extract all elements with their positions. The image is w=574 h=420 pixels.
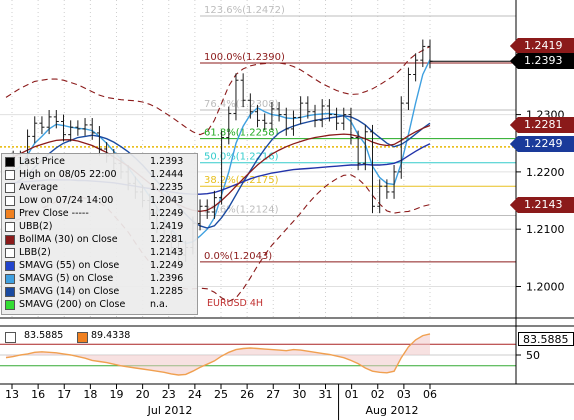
legend-row: SMAVG (5) on Close 1.2396 [2,273,199,285]
x-tick-label: 16 [31,388,45,401]
legend-value: n.a. [150,299,168,310]
x-tick-label: 02 [371,388,385,401]
x-tick-label: 13 [5,388,19,401]
legend-value: 1.2444 [150,169,184,180]
legend-label: High on 08/05 22:00 [19,169,117,180]
legend-row: UBB(2) 1.2419 [2,221,199,233]
legend-value: 1.2393 [150,156,184,167]
price-tag: 1.2143 [510,196,574,213]
legend-value: 1.2285 [150,286,184,297]
x-tick-label: 26 [240,388,254,401]
x-tick-label: 01 [345,388,359,401]
x-tick-label: 20 [136,388,150,401]
legend-value: 1.2419 [150,221,184,232]
y-tick-label: 1.2200 [526,166,565,179]
legend-swatch [5,261,15,271]
y-tick-label: 1.2100 [526,223,565,236]
month-label-aug: Aug 2012 [366,404,419,417]
fib-level-label: 76.4%(1.2308) [204,99,279,110]
legend-row: BollMA (30) on Close 1.2281 [2,234,199,246]
osc-legend-value1: 83.5885 [24,330,64,341]
price-tag: 1.2419 [510,38,574,55]
legend-swatch [5,235,15,245]
legend-value: 1.2249 [150,260,184,271]
legend-swatch [5,209,15,219]
legend-row: Low on 07/24 14:00 1.2043 [2,195,199,207]
legend-swatch [5,183,15,193]
legend-label: LBB(2) [19,247,51,258]
legend-row: High on 08/05 22:00 1.2444 [2,169,199,181]
osc-legend-value2: 89.4338 [91,330,131,341]
legend-label: Average [19,182,59,193]
legend-swatch [5,196,15,206]
osc-legend-swatch2 [77,332,88,343]
chart-stage: 123.6%(1.2472) 100.0%(1.2390) 76.4%(1.2308… [0,0,574,420]
legend-swatch [5,300,15,310]
legend-row: Average 1.2235 [2,182,199,194]
legend-label: BollMA (30) on Close [19,234,118,245]
price-tag: 1.2281 [510,117,574,134]
x-tick-label: 25 [214,388,228,401]
x-tick-label: 19 [110,388,124,401]
chart-legend: Last Price 1.2393 High on 08/05 22:00 1.244… [1,153,198,315]
legend-label: SMAVG (55) on Close [19,260,120,271]
legend-row: Prev Close ----- 1.2249 [2,208,199,220]
legend-value: 1.2143 [150,247,184,258]
chart-title: EURUSD 4H [207,298,263,309]
y-tick-label: 1.2000 [526,280,565,293]
osc-tick-label: 50 [526,349,540,362]
price-tag: 1.2249 [510,135,574,152]
osc-legend-swatch1 [5,332,16,343]
price-tag-arrow [510,135,518,152]
osc-line [5,333,431,376]
legend-row: Last Price 1.2393 [2,156,199,168]
legend-label: Last Price [19,156,65,167]
legend-swatch [5,222,15,232]
price-tag: 1.2393 [510,53,574,70]
legend-value: 1.2235 [150,182,184,193]
legend-label: SMAVG (5) on Close [19,273,114,284]
legend-row: SMAVG (14) on Close 1.2285 [2,286,199,298]
legend-row: SMAVG (55) on Close 1.2249 [2,260,199,272]
fib-level-label: 123.6%(1.2472) [204,5,285,16]
legend-label: SMAVG (200) on Close [19,299,126,310]
legend-swatch [5,170,15,180]
legend-row: SMAVG (200) on Close n.a. [2,299,199,311]
price-tag-arrow [510,53,518,70]
legend-label: Prev Close ----- [19,208,89,219]
x-tick-label: 18 [83,388,97,401]
fib-level-label: 0.0%(1.2043) [204,251,272,262]
legend-label: Low on 07/24 14:00 [19,195,114,206]
legend-label: SMAVG (14) on Close [19,286,120,297]
price-tag-arrow [510,38,518,55]
x-tick-label: 24 [188,388,202,401]
x-tick-label: 30 [292,388,306,401]
x-tick-label: 06 [423,388,437,401]
legend-swatch [5,287,15,297]
legend-value: 1.2396 [150,273,184,284]
price-tag-arrow [510,196,518,213]
legend-swatch [5,274,15,284]
legend-label: UBB(2) [19,221,53,232]
legend-value: 1.2043 [150,195,184,206]
oscillator-tag: 83.5885 [518,332,574,346]
price-tag-arrow [510,117,518,134]
x-tick-label: 17 [57,388,71,401]
month-label-jul: Jul 2012 [147,404,193,417]
x-tick-label: 03 [397,388,411,401]
legend-value: 1.2281 [150,234,184,245]
fib-level-label: 100.0%(1.2390) [204,52,285,63]
x-tick-label: 23 [162,388,176,401]
legend-row: LBB(2) 1.2143 [2,247,199,259]
legend-swatch [5,157,15,167]
legend-value: 1.2249 [150,208,184,219]
legend-swatch [5,248,15,258]
x-tick-label: 31 [319,388,333,401]
x-tick-label: 27 [266,388,280,401]
